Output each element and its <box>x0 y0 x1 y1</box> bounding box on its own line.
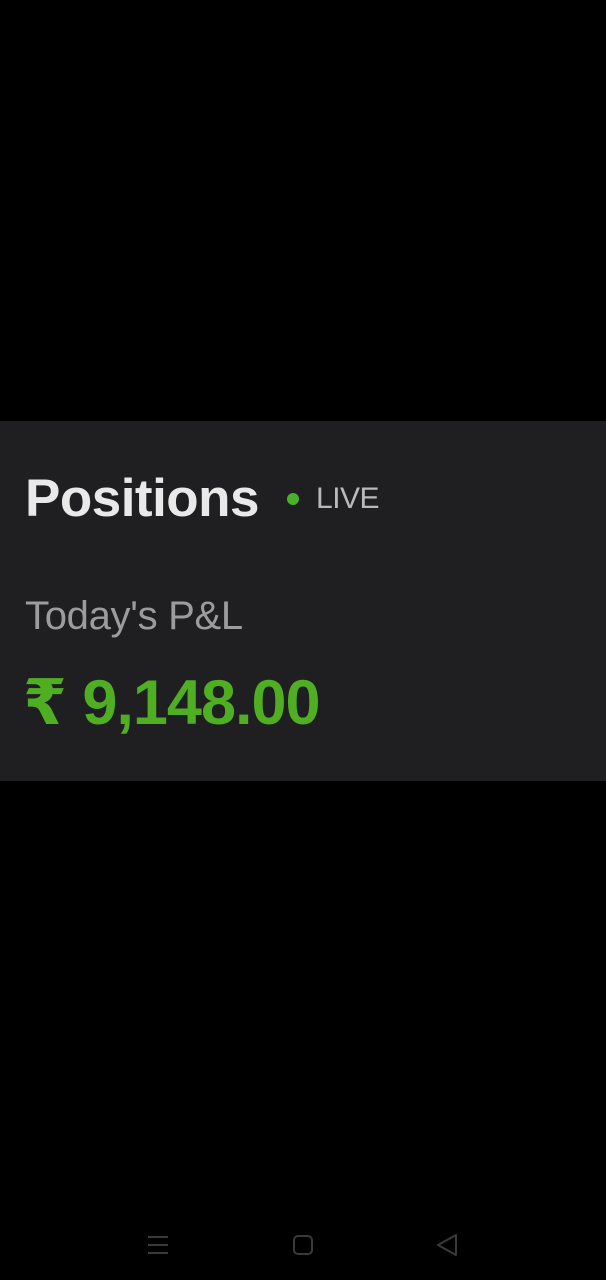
back-icon <box>437 1234 457 1256</box>
todays-pnl-label: Today's P&L <box>25 594 243 638</box>
menu-icon <box>148 1236 168 1254</box>
positions-title: Positions <box>25 468 260 528</box>
back-button[interactable] <box>432 1230 462 1260</box>
app-screen: Positions LIVE Today's P&L ₹ 9,148.00 <box>0 0 606 1280</box>
live-indicator: LIVE <box>287 482 380 515</box>
todays-pnl-value: ₹ 9,148.00 <box>23 668 321 738</box>
home-icon <box>293 1235 313 1255</box>
home-button[interactable] <box>288 1230 318 1260</box>
system-nav-bar <box>0 1210 606 1280</box>
live-label: LIVE <box>316 482 380 515</box>
menu-button[interactable] <box>143 1230 173 1260</box>
positions-header: Positions LIVE <box>25 466 380 530</box>
live-dot-icon <box>287 493 300 505</box>
